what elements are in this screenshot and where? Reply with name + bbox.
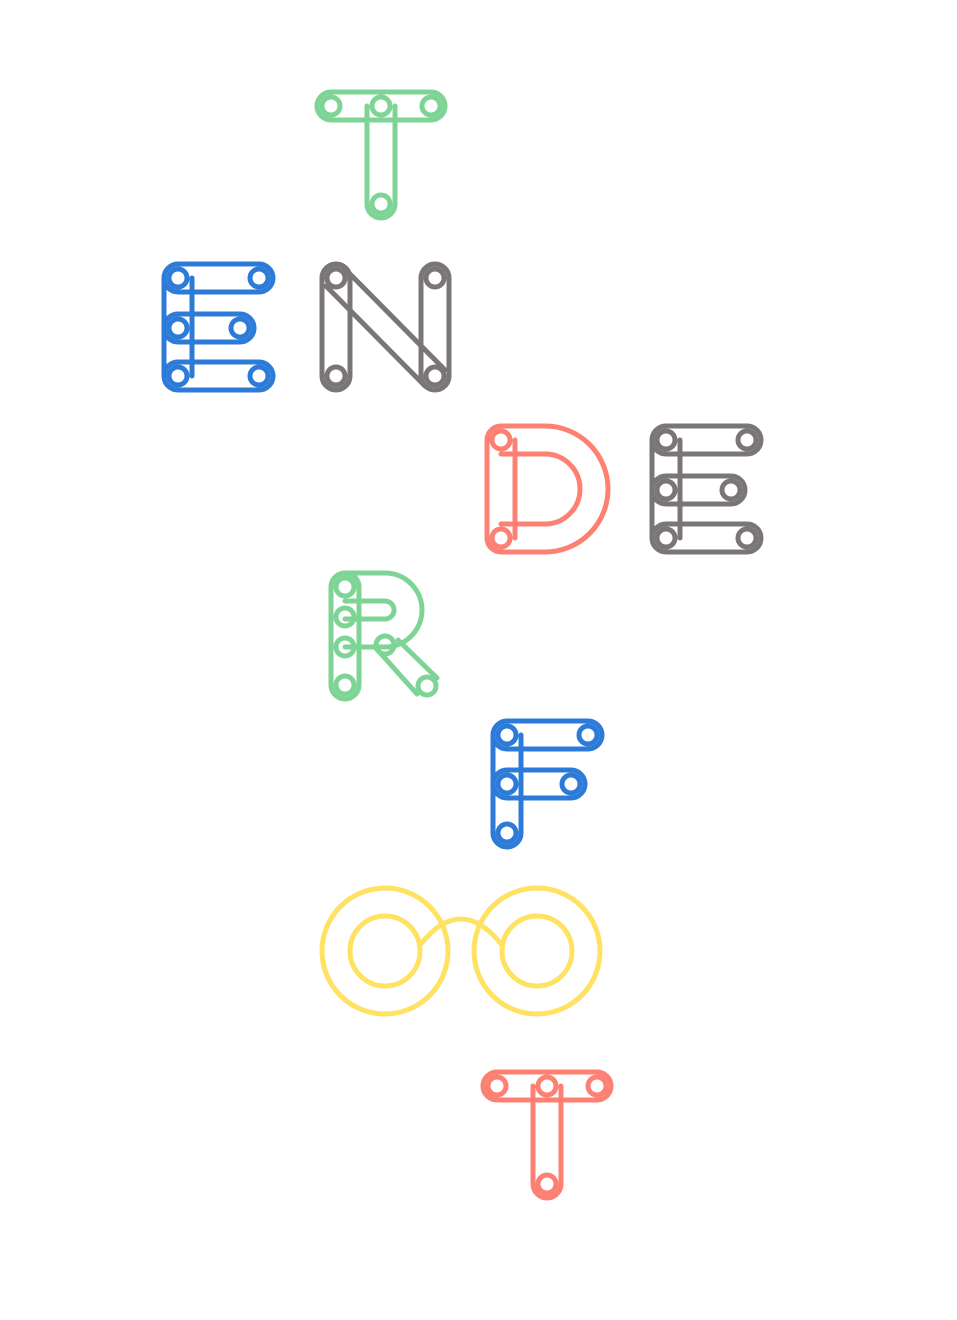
- letter-r: [328, 570, 440, 702]
- letter-oo: [319, 885, 603, 1017]
- letter-t-top: [314, 89, 448, 221]
- letter-f: [490, 718, 605, 850]
- letter-d: [484, 423, 611, 555]
- letter-t-bottom: [480, 1069, 614, 1201]
- letter-e-left: [161, 261, 276, 393]
- letter-n: [319, 261, 452, 393]
- letter-artwork: [161, 89, 764, 1201]
- letter-e-right: [649, 423, 764, 555]
